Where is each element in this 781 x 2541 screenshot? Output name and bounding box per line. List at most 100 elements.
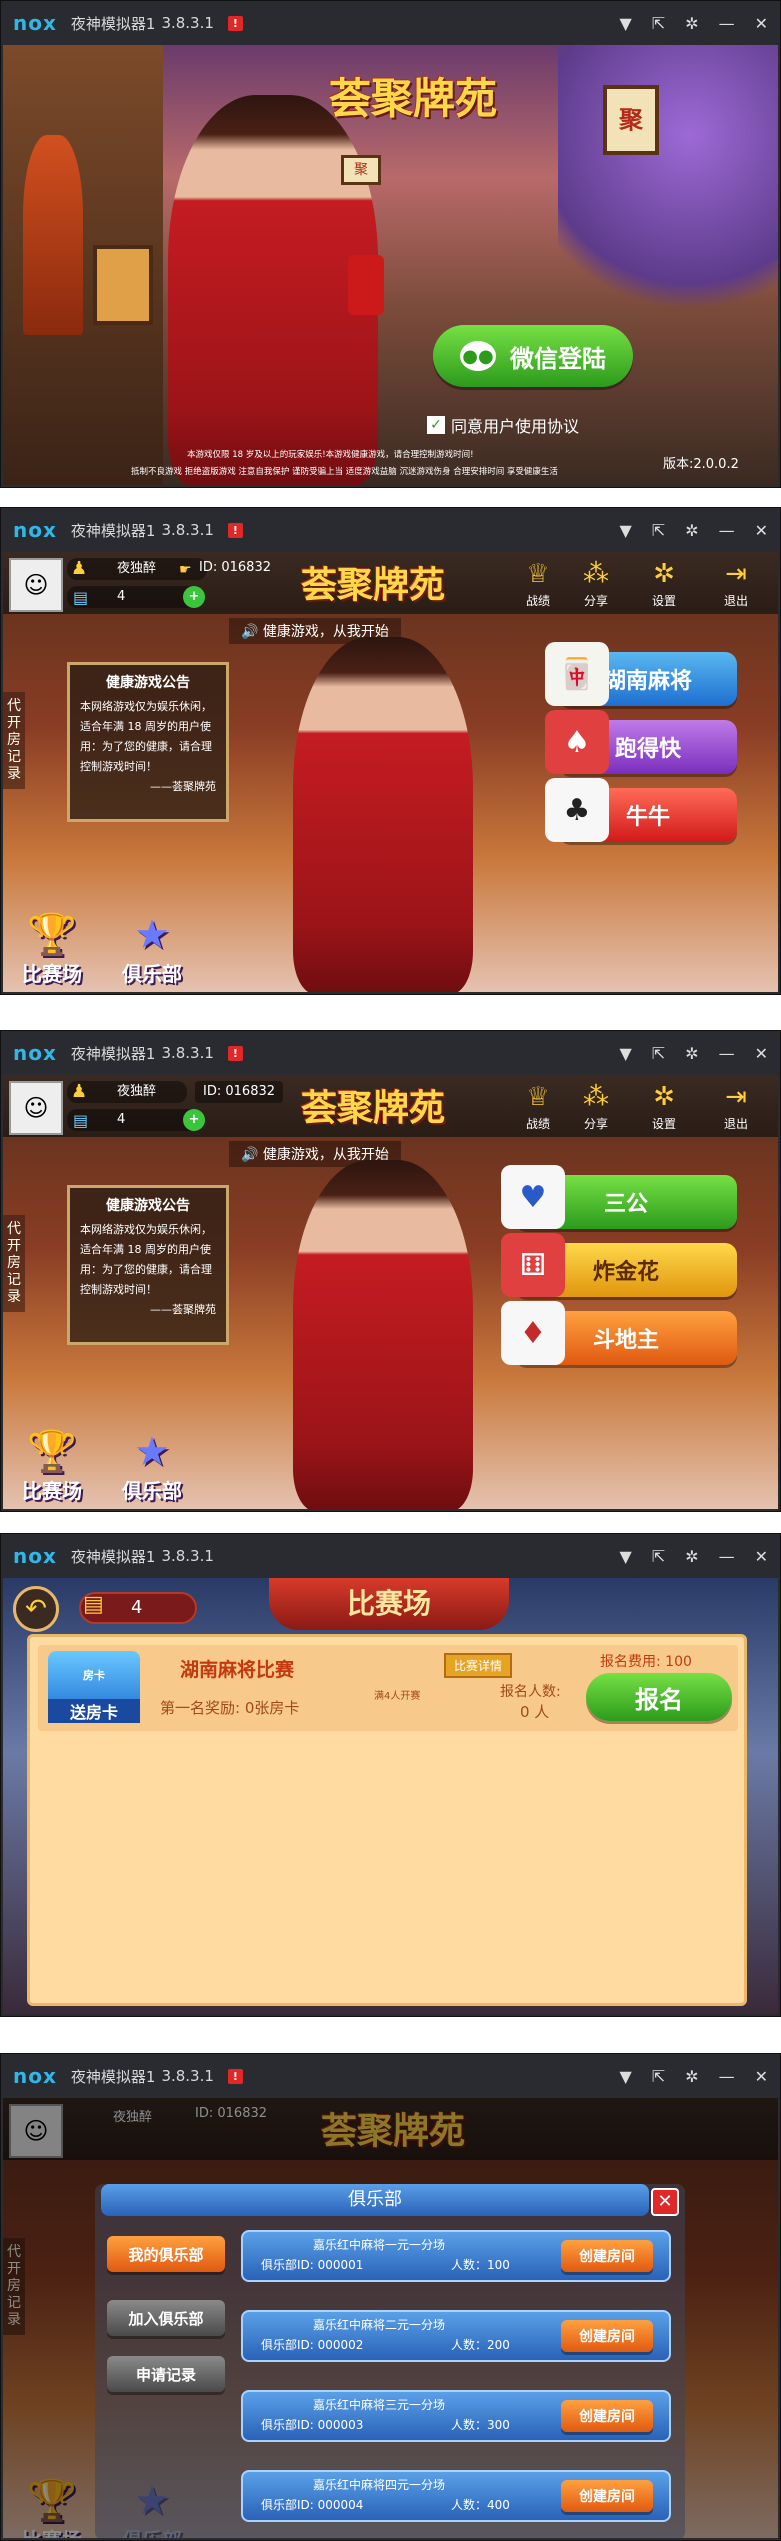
match-button[interactable]: 🏆 比赛场 (7, 1429, 97, 1509)
create-room-button[interactable]: 创建房间 (561, 2480, 653, 2512)
details-button[interactable]: 比赛详情 (444, 1653, 513, 1678)
game-button-niuniu[interactable]: ♣ 牛牛 (545, 778, 737, 842)
dropdown-icon[interactable]: ▼ (619, 14, 631, 33)
title-bar: nox 夜神模拟器1 3.8.3.1 ! ▼ ⇱ ✲ — ✕ (1, 1, 780, 45)
agree-row[interactable]: ✓ 同意用户使用协议 (427, 413, 579, 437)
club-item[interactable]: 嘉乐红中麻将二元一分场 俱乐部ID: 000002 人数：200 创建房间 (241, 2310, 671, 2362)
game-logo: 荟聚牌苑 (300, 1087, 445, 1129)
close-icon[interactable]: ✕ (755, 14, 768, 33)
game-button-zhajinhua[interactable]: ⚅ 炸金花 (501, 1233, 737, 1297)
room-card-icon: ▤ (73, 588, 89, 607)
record-label: 战绩 (525, 1117, 550, 1131)
game-label: 三公 (603, 1192, 648, 1217)
dropdown-icon[interactable]: ▼ (619, 521, 631, 540)
create-room-button[interactable]: 创建房间 (561, 2320, 653, 2352)
user-icon: ♟ (71, 558, 88, 579)
club-item[interactable]: 嘉乐红中麻将四元一分场 俱乐部ID: 000004 人数：400 创建房间 (241, 2470, 671, 2522)
close-icon[interactable]: ✕ (755, 2067, 768, 2086)
share-icon: ⁂ (583, 1082, 609, 1112)
hostess-image (293, 1160, 473, 1509)
create-room-button[interactable]: 创建房间 (561, 2400, 653, 2432)
pin-icon[interactable]: ⇱ (652, 521, 665, 540)
window-version: 3.8.3.1 (161, 1044, 214, 1062)
pin-icon[interactable]: ⇱ (652, 1547, 665, 1566)
exit-icon: ⇥ (725, 1082, 747, 1112)
window-version: 3.8.3.1 (161, 1547, 214, 1565)
apply-record-tab[interactable]: 申请记录 (107, 2356, 225, 2392)
match-label: 比赛场 (22, 962, 82, 986)
share-button[interactable]: ⁂ 分享 (571, 1079, 621, 1135)
game-button-doudizhu[interactable]: ♦ 斗地主 (501, 1301, 737, 1365)
room-record-tab[interactable]: 代开房记录 (3, 692, 25, 789)
minimize-icon[interactable]: — (719, 14, 735, 33)
share-button[interactable]: ⁂ 分享 (571, 556, 621, 612)
settings-icon[interactable]: ✲ (685, 1044, 698, 1063)
club-item[interactable]: 嘉乐红中麻将一元一分场 俱乐部ID: 000001 人数：100 创建房间 (241, 2230, 671, 2282)
match-button[interactable]: 🏆 比赛场 (7, 912, 97, 992)
pin-icon[interactable]: ⇱ (652, 2067, 665, 2086)
add-card-button[interactable]: + (183, 586, 205, 608)
dropdown-icon[interactable]: ▼ (619, 2067, 631, 2086)
back-button[interactable]: ↶ (13, 1586, 59, 1632)
close-dialog-button[interactable]: ✕ (651, 2188, 679, 2216)
close-icon[interactable]: ✕ (755, 1044, 768, 1063)
minimize-icon[interactable]: — (719, 1044, 735, 1063)
room-record-tab[interactable]: 代开房记录 (3, 1215, 25, 1312)
add-card-button[interactable]: + (183, 1109, 205, 1131)
pin-icon[interactable]: ⇱ (652, 1044, 665, 1063)
avatar[interactable]: ☺ (9, 558, 63, 612)
exit-button[interactable]: ⇥ 退出 (711, 556, 761, 612)
game-button-sangong[interactable]: ♥ 三公 (501, 1165, 737, 1229)
settings-button[interactable]: ✲ 设置 (639, 1079, 689, 1135)
my-club-tab[interactable]: 我的俱乐部 (107, 2236, 225, 2272)
join-club-tab[interactable]: 加入俱乐部 (107, 2300, 225, 2336)
player-id: ID: 016832 (195, 1081, 284, 1103)
settings-icon[interactable]: ✲ (685, 14, 698, 33)
hostess-image (168, 95, 378, 485)
window-title: 夜神模拟器1 (70, 1547, 156, 1566)
signup-button[interactable]: 报名 (586, 1673, 732, 1721)
settings-icon[interactable]: ✲ (685, 1547, 698, 1566)
game-button-paodekuai[interactable]: ♠ 跑得快 (545, 710, 737, 774)
record-button[interactable]: ♕ 战绩 (513, 556, 563, 612)
minimize-icon[interactable]: — (719, 2067, 735, 2086)
disclaimer-line1: 本游戏仅限 18 岁及以上的玩家娱乐!本游戏健康游戏，请合理控制游戏时间! (187, 450, 474, 460)
agree-label[interactable]: 同意用户使用协议 (451, 413, 579, 437)
game-button-hunan-mahjong[interactable]: 🀄 湖南麻将 (545, 642, 737, 706)
dropdown-icon[interactable]: ▼ (619, 1547, 631, 1566)
window-title: 夜神模拟器1 (70, 521, 156, 540)
warning-icon[interactable]: ! (227, 15, 243, 31)
health-notice: 健康游戏公告 本网络游戏仅为娱乐休闲，适合年满 18 周岁的用户使用：为了您的健… (67, 662, 229, 822)
cards-icon: ♦ (501, 1301, 565, 1365)
gear-icon: ✲ (653, 559, 675, 589)
close-icon[interactable]: ✕ (755, 1547, 768, 1566)
wechat-login-button[interactable]: ●● 微信登陆 (433, 325, 633, 387)
nox-logo: nox (13, 1041, 57, 1065)
record-button[interactable]: ♕ 战绩 (513, 1079, 563, 1135)
title-bar: nox 夜神模拟器1 3.8.3.1 ▼ ⇱ ✲ — ✕ (1, 1534, 780, 1578)
warning-icon[interactable]: ! (227, 1045, 243, 1061)
avatar[interactable]: ☺ (9, 1081, 63, 1135)
wisteria (558, 45, 778, 345)
warning-icon[interactable]: ! (227, 522, 243, 538)
settings-icon[interactable]: ✲ (685, 521, 698, 540)
minimize-icon[interactable]: — (719, 1547, 735, 1566)
share-label: 分享 (583, 1117, 608, 1131)
mahjong-icon: 🀄 (545, 642, 609, 706)
settings-button[interactable]: ✲ 设置 (639, 556, 689, 612)
club-item[interactable]: 嘉乐红中麻将三元一分场 俱乐部ID: 000003 人数：300 创建房间 (241, 2390, 671, 2442)
dropdown-icon[interactable]: ▼ (619, 1044, 631, 1063)
club-button[interactable]: ★ 俱乐部 (107, 912, 197, 992)
checkbox-checked-icon[interactable]: ✓ (427, 416, 445, 434)
club-button[interactable]: ★ 俱乐部 (107, 1429, 197, 1509)
settings-icon[interactable]: ✲ (685, 2067, 698, 2086)
close-icon[interactable]: ✕ (755, 521, 768, 540)
minimize-icon[interactable]: — (719, 521, 735, 540)
exit-button[interactable]: ⇥ 退出 (711, 1079, 761, 1135)
nox-logo: nox (13, 11, 57, 35)
pin-icon[interactable]: ⇱ (652, 14, 665, 33)
warning-icon[interactable]: ! (227, 2068, 243, 2084)
create-room-button[interactable]: 创建房间 (561, 2240, 653, 2272)
trophy-icon: ♕ (526, 559, 550, 589)
window-version: 3.8.3.1 (161, 14, 214, 32)
